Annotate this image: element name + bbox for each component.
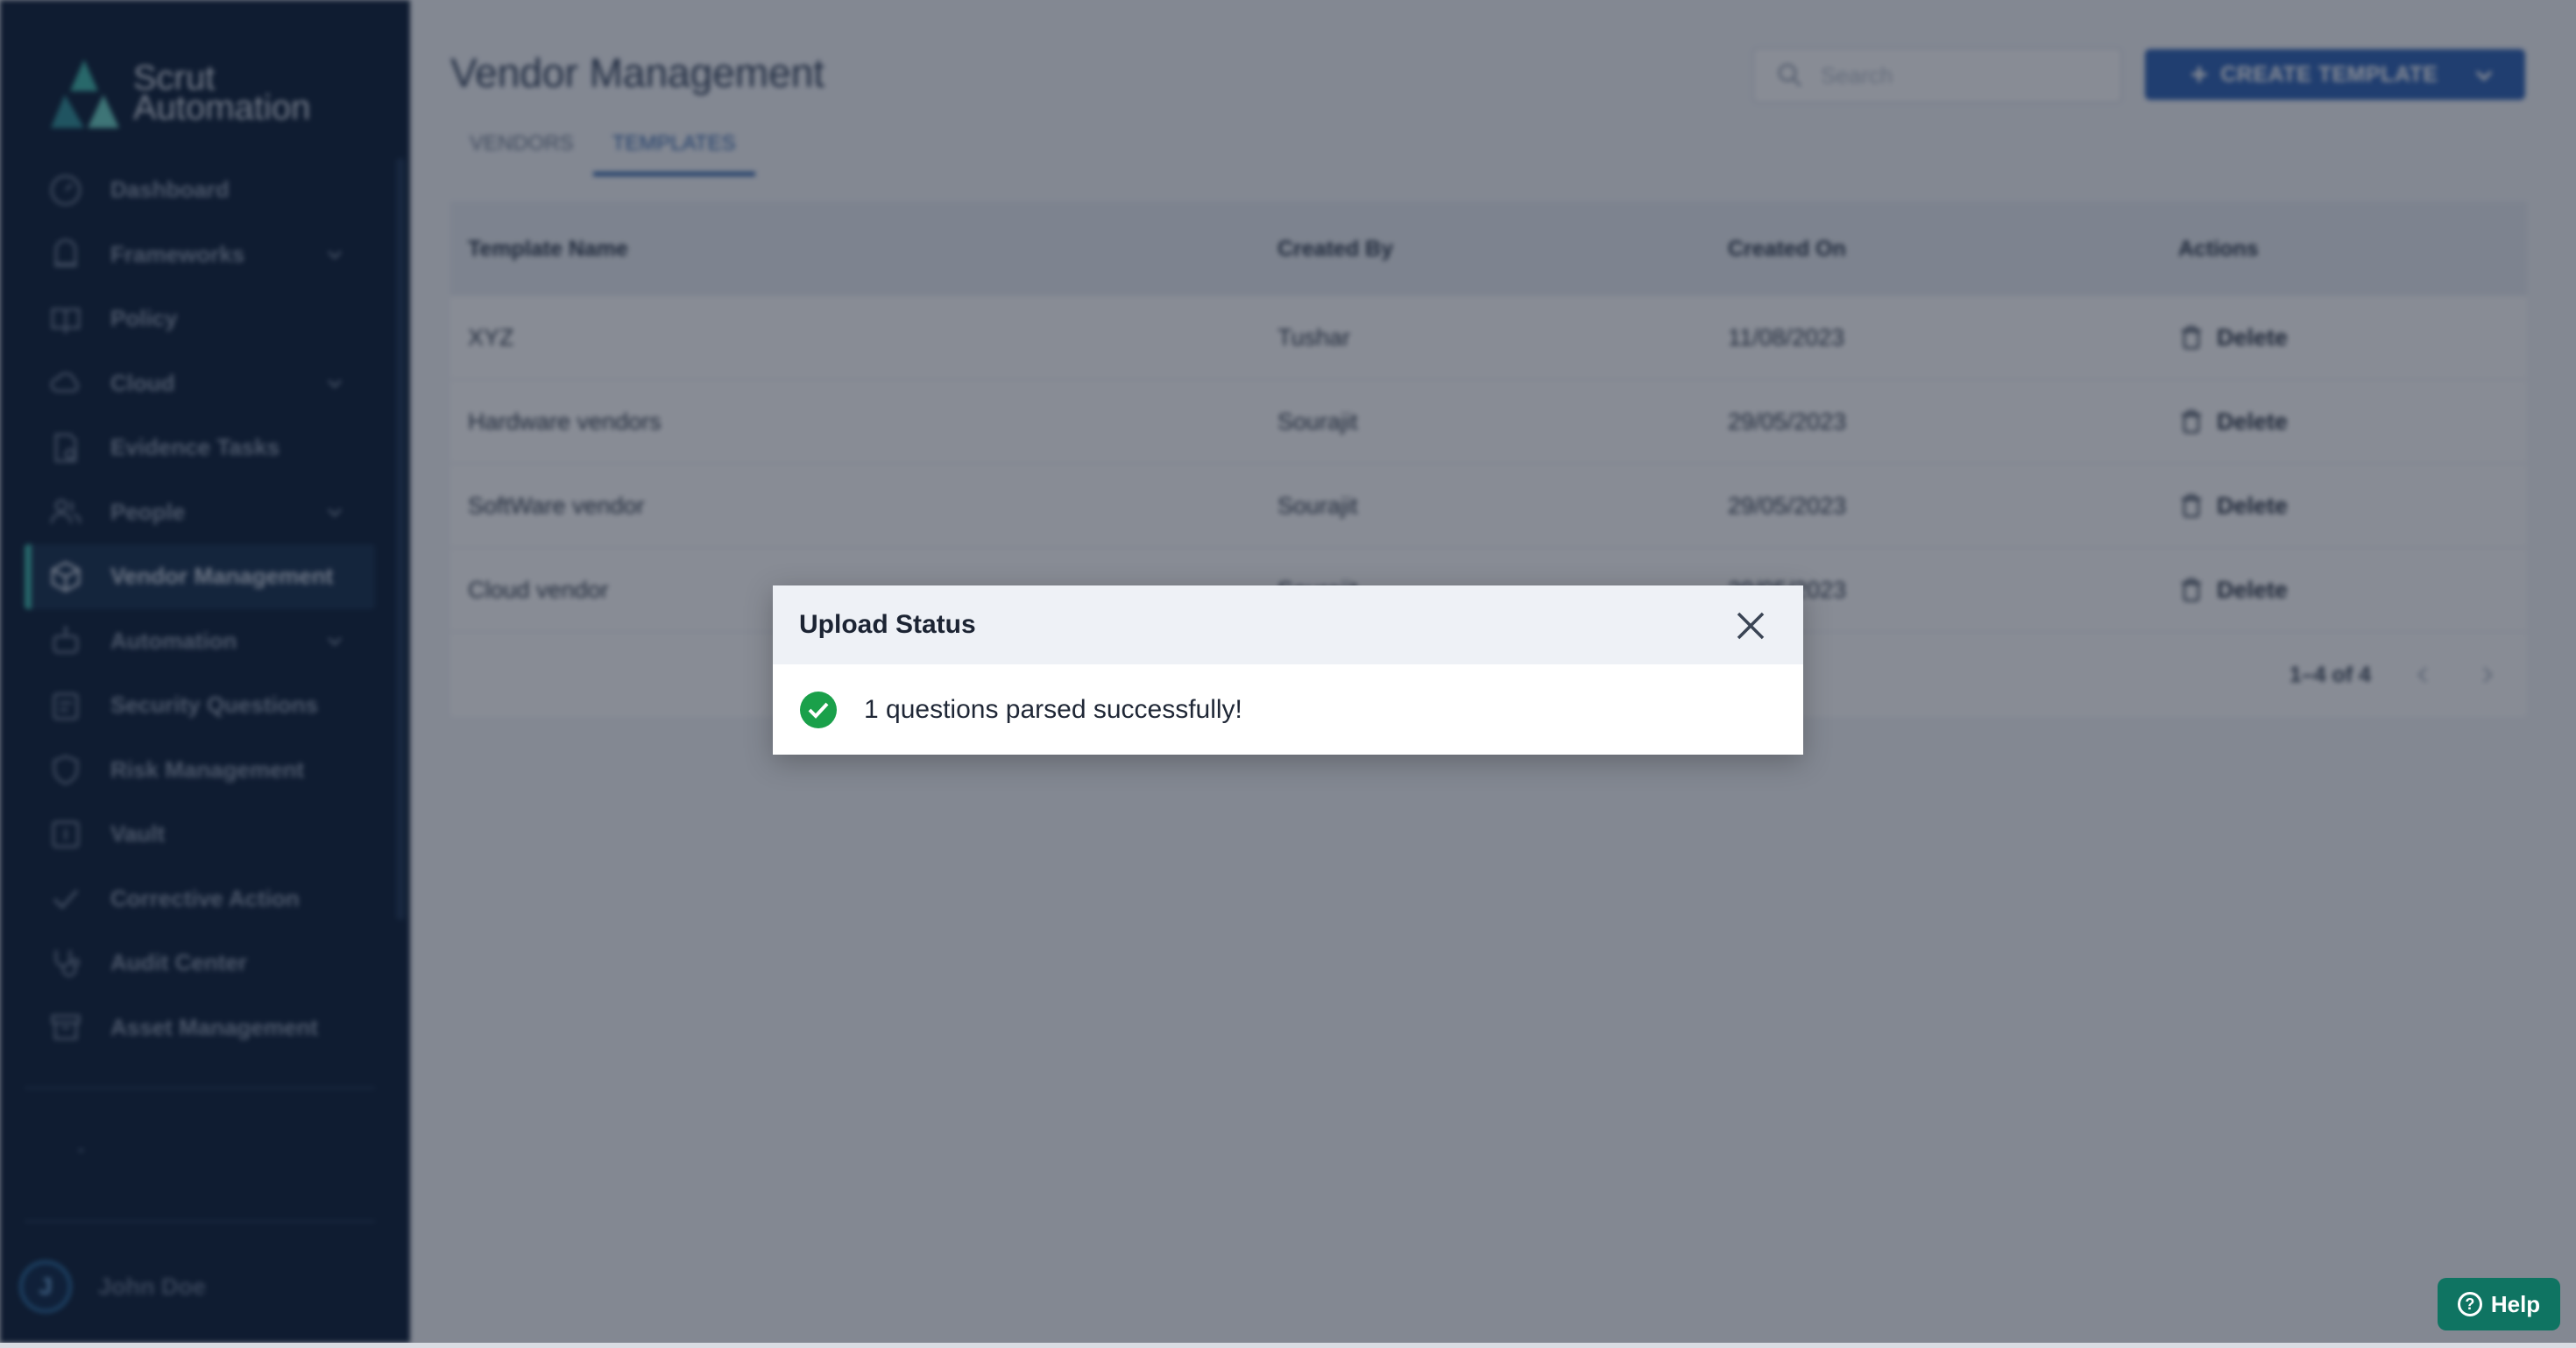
success-check-icon — [800, 691, 837, 728]
modal-body: 1 questions parsed successfully! — [773, 664, 1803, 755]
modal-title: Upload Status — [799, 610, 976, 639]
help-label: Help — [2490, 1290, 2541, 1317]
bottom-edge — [0, 1343, 2576, 1348]
upload-status-modal: Upload Status 1 questions parsed success… — [773, 585, 1803, 755]
close-icon[interactable] — [1733, 608, 1768, 643]
modal-message: 1 questions parsed successfully! — [864, 694, 1242, 724]
question-icon: ? — [2457, 1292, 2482, 1316]
help-button[interactable]: ? Help — [2438, 1278, 2560, 1330]
modal-header: Upload Status — [773, 585, 1803, 664]
